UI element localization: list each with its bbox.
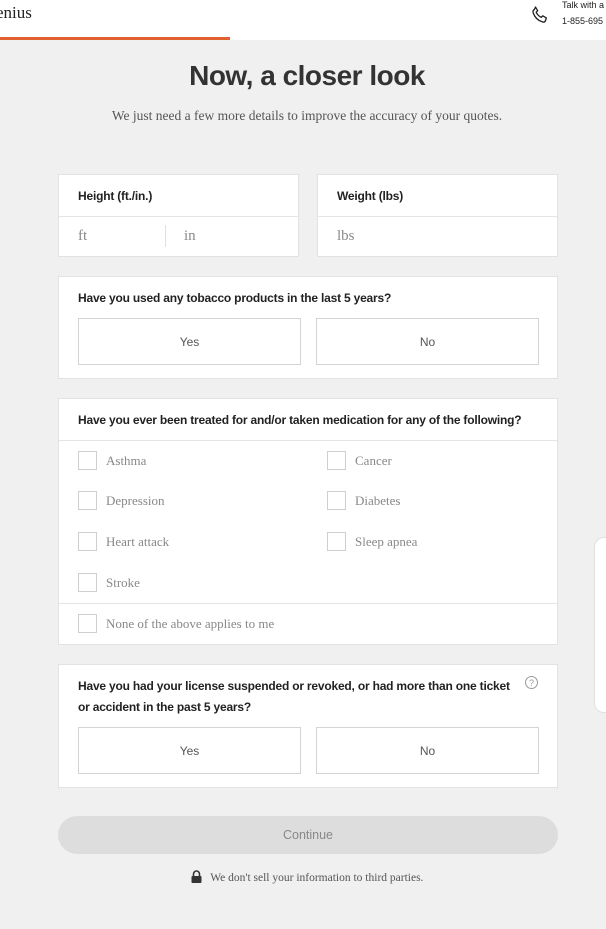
checkbox[interactable] <box>327 532 346 551</box>
condition-cancer[interactable]: Cancer <box>327 451 392 470</box>
license-question-line2: or accident in the past 5 years? <box>78 700 251 714</box>
license-yes-button[interactable]: Yes <box>78 727 301 774</box>
divider <box>59 216 298 217</box>
checkbox[interactable] <box>327 451 346 470</box>
top-bar: enius Talk with a 1-855-695 <box>0 0 606 40</box>
checkbox[interactable] <box>78 614 97 633</box>
phone-number[interactable]: 1-855-695 <box>562 16 604 27</box>
phone-icon[interactable] <box>530 5 550 25</box>
tobacco-card: Have you used any tobacco products in th… <box>58 276 558 379</box>
weight-input[interactable]: lbs <box>337 228 355 245</box>
license-no-button[interactable]: No <box>316 727 539 774</box>
checkbox[interactable] <box>78 532 97 551</box>
tobacco-no-button[interactable]: No <box>316 318 539 365</box>
talk-label: Talk with a <box>562 0 605 10</box>
lock-icon <box>191 870 202 883</box>
divider <box>318 216 557 217</box>
license-card: Have you had your license suspended or r… <box>58 664 558 788</box>
tobacco-yes-button[interactable]: Yes <box>78 318 301 365</box>
condition-stroke[interactable]: Stroke <box>78 573 140 592</box>
progress-bar <box>0 37 231 40</box>
page-title: Now, a closer look <box>189 60 425 91</box>
side-widget[interactable] <box>594 537 606 713</box>
privacy-text: We don't sell your information to third … <box>210 872 424 884</box>
weight-card: Weight (lbs) lbs <box>317 174 558 257</box>
condition-sleep-apnea[interactable]: Sleep apnea <box>327 532 417 551</box>
medical-card: Have you ever been treated for and/or ta… <box>58 398 558 645</box>
divider <box>59 603 557 604</box>
medical-question: Have you ever been treated for and/or ta… <box>78 413 522 427</box>
condition-heart-attack[interactable]: Heart attack <box>78 532 169 551</box>
weight-label: Weight (lbs) <box>337 189 404 203</box>
height-inches-input[interactable]: in <box>184 228 196 245</box>
height-card: Height (ft./in.) ft in <box>58 174 299 257</box>
tobacco-question: Have you used any tobacco products in th… <box>78 291 392 305</box>
condition-asthma[interactable]: Asthma <box>78 451 146 470</box>
continue-button[interactable]: Continue <box>58 816 558 854</box>
condition-diabetes[interactable]: Diabetes <box>327 491 400 510</box>
checkbox[interactable] <box>78 491 97 510</box>
help-icon[interactable]: ? <box>525 676 538 689</box>
field-separator <box>165 225 166 247</box>
brand-logo[interactable]: enius <box>0 3 32 23</box>
height-label: Height (ft./in.) <box>78 189 153 203</box>
license-question-line1: Have you had your license suspended or r… <box>78 679 510 693</box>
divider <box>59 440 557 441</box>
talk-with-agent[interactable]: Talk with a 1-855-695 <box>562 0 604 27</box>
condition-none[interactable]: None of the above applies to me <box>78 614 274 633</box>
privacy-note: We don't sell your information to third … <box>0 870 606 884</box>
checkbox[interactable] <box>78 573 97 592</box>
checkbox[interactable] <box>327 491 346 510</box>
condition-depression[interactable]: Depression <box>78 491 165 510</box>
height-feet-input[interactable]: ft <box>78 228 87 245</box>
page-subtitle: We just need a few more details to impro… <box>111 108 503 123</box>
checkbox[interactable] <box>78 451 97 470</box>
